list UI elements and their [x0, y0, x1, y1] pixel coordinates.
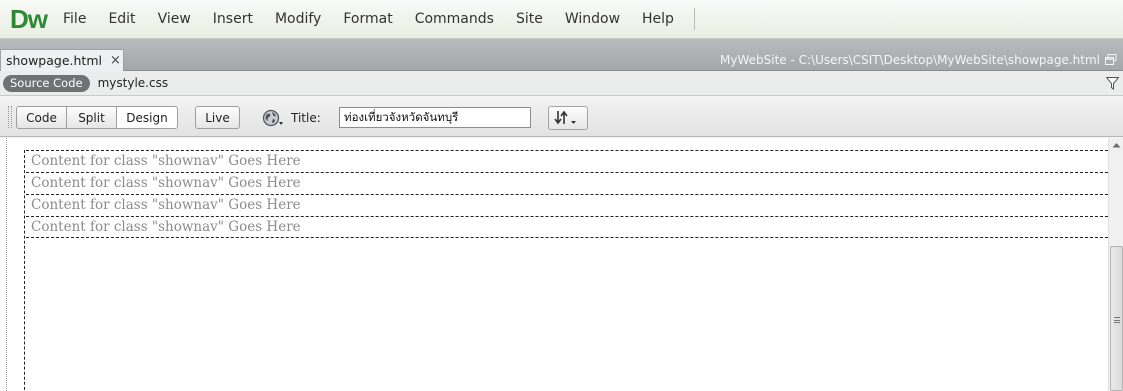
- design-view-canvas[interactable]: Content for class "shownav" Goes Here Co…: [0, 138, 1108, 391]
- related-files-bar: Source Code mystyle.css: [0, 71, 1123, 96]
- file-management-button[interactable]: [548, 106, 588, 130]
- shownav-placeholder[interactable]: Content for class "shownav" Goes Here: [26, 150, 1108, 172]
- scroll-up-arrow-icon[interactable]: [1112, 142, 1121, 148]
- filter-icon[interactable]: [1106, 77, 1119, 90]
- menu-view[interactable]: View: [158, 11, 191, 27]
- scrollbar-thumb[interactable]: [1110, 246, 1123, 391]
- design-view-button[interactable]: Design: [116, 106, 178, 129]
- live-view-button[interactable]: Live: [195, 106, 240, 129]
- code-view-button[interactable]: Code: [16, 106, 67, 129]
- menu-file[interactable]: File: [63, 11, 86, 27]
- menu-window[interactable]: Window: [565, 11, 620, 27]
- shownav-placeholder[interactable]: Content for class "shownav" Goes Here: [26, 216, 1108, 238]
- restore-window-icon[interactable]: [1105, 54, 1117, 65]
- menu-bar: Dw File Edit View Insert Modify Format C…: [0, 0, 1123, 39]
- menu-edit[interactable]: Edit: [108, 11, 135, 27]
- title-label: Title:: [291, 111, 321, 125]
- menu-modify[interactable]: Modify: [275, 11, 321, 27]
- menu-help[interactable]: Help: [642, 11, 674, 27]
- menu-site[interactable]: Site: [516, 11, 543, 27]
- toolbar-grip[interactable]: [8, 106, 12, 128]
- view-switcher: Code Split Design: [16, 106, 178, 129]
- vertical-scrollbar[interactable]: [1108, 138, 1123, 391]
- document-tab-bar: showpage.html × MyWebSite - C:\Users\CSI…: [0, 39, 1123, 71]
- document-tab[interactable]: showpage.html ×: [0, 49, 124, 71]
- shownav-placeholder[interactable]: Content for class "shownav" Goes Here: [26, 194, 1108, 216]
- menu-separator: [693, 8, 695, 30]
- globe-icon[interactable]: [262, 109, 284, 127]
- dreamweaver-logo: Dw: [10, 4, 48, 34]
- menu-insert[interactable]: Insert: [213, 11, 253, 27]
- document-path: MyWebSite - C:\Users\CSIT\Desktop\MyWebS…: [720, 53, 1100, 67]
- menu-commands[interactable]: Commands: [415, 11, 494, 27]
- page-title-input[interactable]: [339, 107, 531, 128]
- document-toolbar: Code Split Design Live Title:: [0, 97, 1123, 137]
- canvas-left-guide: [6, 138, 7, 391]
- split-view-button[interactable]: Split: [66, 106, 117, 129]
- scrollbar-grip: [1114, 317, 1120, 323]
- related-file-css[interactable]: mystyle.css: [98, 76, 168, 90]
- sort-arrows-icon: [554, 110, 576, 125]
- document-tab-label: showpage.html: [6, 53, 102, 68]
- close-tab-icon[interactable]: ×: [110, 53, 121, 68]
- source-code-button[interactable]: Source Code: [3, 74, 90, 92]
- shownav-placeholder[interactable]: Content for class "shownav" Goes Here: [26, 172, 1108, 194]
- menu-format[interactable]: Format: [343, 11, 392, 27]
